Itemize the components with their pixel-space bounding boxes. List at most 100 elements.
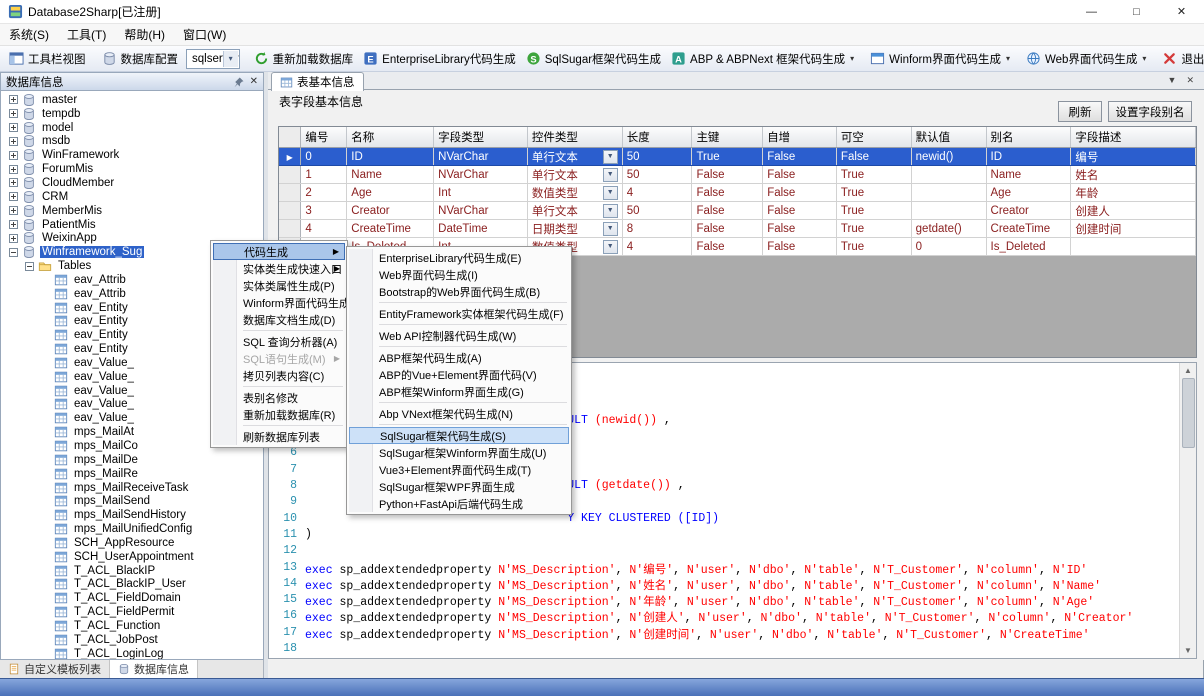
grid-cell[interactable]: 50: [622, 166, 692, 184]
tree-node[interactable]: T_ACL_LoginLog: [1, 647, 263, 660]
cell-dropdown-icon[interactable]: ▼: [603, 240, 618, 254]
grid-cell[interactable]: 创建时间: [1071, 220, 1196, 238]
grid-cell[interactable]: getdate(): [911, 220, 986, 238]
grid-cell[interactable]: CreateTime: [347, 220, 434, 238]
grid-cell[interactable]: 2: [301, 184, 347, 202]
toolbar-abp-codegen-button[interactable]: ABP & ABPNext 框架代码生成▾: [666, 49, 859, 69]
tree-node[interactable]: SCH_AppResource: [1, 536, 263, 550]
grid-cell[interactable]: True: [836, 184, 911, 202]
grid-cell[interactable]: Creator: [986, 202, 1071, 220]
tree-node[interactable]: mps_MailSendHistory: [1, 508, 263, 522]
database-type-combobox[interactable]: sqlserver▾: [186, 49, 240, 69]
grid-cell[interactable]: 4: [301, 220, 347, 238]
tree-node[interactable]: T_ACL_BlackIP_User: [1, 578, 263, 592]
grid-cell[interactable]: 姓名: [1071, 166, 1196, 184]
context-menu-item[interactable]: 实体类属性生成(P): [213, 277, 345, 294]
tree-node[interactable]: T_ACL_FieldDomain: [1, 591, 263, 605]
grid-cell[interactable]: ID: [347, 148, 434, 166]
grid-cell[interactable]: 4: [622, 238, 692, 256]
tree-node[interactable]: T_ACL_Function: [1, 619, 263, 633]
expander-plus-icon[interactable]: [9, 192, 18, 201]
grid-cell[interactable]: False: [763, 220, 837, 238]
submenu-item[interactable]: EnterpriseLibrary代码生成(E): [349, 249, 569, 266]
submenu-item[interactable]: Web API控制器代码生成(W): [349, 327, 569, 344]
column-header[interactable]: 长度: [622, 127, 692, 148]
grid-cell[interactable]: NVarChar: [434, 202, 528, 220]
context-menu-item[interactable]: 拷贝列表内容(C): [213, 367, 345, 384]
grid-cell[interactable]: True: [692, 148, 763, 166]
context-menu-item[interactable]: SQL 查询分析器(A): [213, 333, 345, 350]
grid-row[interactable]: 1NameNVarChar单行文本▼50FalseFalseTrueName姓名: [279, 166, 1196, 184]
grid-cell[interactable]: False: [763, 166, 837, 184]
grid-cell[interactable]: [911, 166, 986, 184]
expander-plus-icon[interactable]: [9, 151, 18, 160]
grid-cell[interactable]: NVarChar: [434, 148, 528, 166]
submenu-item[interactable]: SqlSugar框架代码生成(S): [349, 427, 569, 444]
tree-node[interactable]: SCH_UserAppointment: [1, 550, 263, 564]
bottom-tab-1[interactable]: 数据库信息: [110, 660, 198, 678]
toolbar-reload-database-button[interactable]: 重新加载数据库: [249, 49, 359, 69]
toolbar-winform-codegen-button[interactable]: Winform界面代码生成▾: [865, 49, 1015, 69]
tree-node[interactable]: ForumMis: [1, 162, 263, 176]
column-header[interactable]: 别名: [986, 127, 1071, 148]
grid-cell[interactable]: 数值类型▼: [527, 184, 622, 202]
cell-dropdown-icon[interactable]: ▼: [603, 186, 618, 200]
submenu-item[interactable]: Vue3+Element界面代码生成(T): [349, 461, 569, 478]
tree-node[interactable]: master: [1, 93, 263, 107]
grid-cell[interactable]: True: [836, 202, 911, 220]
submenu-item[interactable]: Abp VNext框架代码生成(N): [349, 405, 569, 422]
tree-node[interactable]: mps_MailUnifiedConfig: [1, 522, 263, 536]
column-header[interactable]: 自增: [763, 127, 837, 148]
grid-cell[interactable]: Creator: [347, 202, 434, 220]
pin-icon[interactable]: [233, 76, 245, 88]
tab-table-basic-info[interactable]: 表基本信息: [271, 72, 364, 91]
submenu-item[interactable]: Web界面代码生成(I): [349, 266, 569, 283]
tree-node[interactable]: PatientMis: [1, 218, 263, 232]
tree-node[interactable]: MemberMis: [1, 204, 263, 218]
submenu-item[interactable]: ABP框架Winform界面生成(G): [349, 383, 569, 400]
column-header[interactable]: 编号: [301, 127, 347, 148]
toolbar-exit-button[interactable]: 退出: [1157, 49, 1204, 69]
expander-plus-icon[interactable]: [9, 123, 18, 132]
panel-close-icon[interactable]: ✕: [250, 76, 258, 87]
menubar-item[interactable]: 系统(S): [0, 24, 58, 45]
tree-node[interactable]: mps_MailRe: [1, 467, 263, 481]
tree-node[interactable]: tempdb: [1, 107, 263, 121]
grid-cell[interactable]: Name: [986, 166, 1071, 184]
tree-node[interactable]: T_ACL_FieldPermit: [1, 605, 263, 619]
expander-plus-icon[interactable]: [9, 109, 18, 118]
close-button[interactable]: ✕: [1159, 0, 1204, 23]
toolbar-web-codegen-button[interactable]: Web界面代码生成▾: [1021, 49, 1151, 69]
maximize-button[interactable]: □: [1114, 0, 1159, 23]
grid-cell[interactable]: False: [763, 238, 837, 256]
cell-dropdown-icon[interactable]: ▼: [603, 204, 618, 218]
tree-node[interactable]: T_ACL_BlackIP: [1, 564, 263, 578]
column-header[interactable]: 字段描述: [1071, 127, 1196, 148]
expander-plus-icon[interactable]: [9, 206, 18, 215]
submenu-item[interactable]: ABP框架代码生成(A): [349, 349, 569, 366]
submenu-item[interactable]: SqlSugar框架WPF界面生成: [349, 478, 569, 495]
scroll-down-icon[interactable]: ▼: [1184, 643, 1192, 658]
context-menu-item[interactable]: 实体类生成快速入口▶: [213, 260, 345, 277]
tab-list-dropdown-icon[interactable]: ▼: [1168, 75, 1177, 86]
tree-node[interactable]: WinFramework: [1, 148, 263, 162]
grid-cell[interactable]: False: [692, 238, 763, 256]
sql-scrollbar[interactable]: ▲ ▼: [1179, 363, 1196, 658]
grid-cell[interactable]: False: [836, 148, 911, 166]
cell-dropdown-icon[interactable]: ▼: [603, 168, 618, 182]
grid-cell[interactable]: [1071, 238, 1196, 256]
tree-node[interactable]: mps_MailSend: [1, 494, 263, 508]
column-header[interactable]: 字段类型: [434, 127, 528, 148]
grid-cell[interactable]: False: [692, 220, 763, 238]
grid-cell[interactable]: NVarChar: [434, 166, 528, 184]
minimize-button[interactable]: —: [1069, 0, 1114, 23]
context-menu-item[interactable]: SQL语句生成(M)▶: [213, 350, 345, 367]
grid-cell[interactable]: False: [692, 202, 763, 220]
grid-cell[interactable]: True: [836, 238, 911, 256]
expander-plus-icon[interactable]: [9, 178, 18, 187]
submenu-item[interactable]: Python+FastApi后端代码生成: [349, 495, 569, 512]
grid-cell[interactable]: False: [763, 184, 837, 202]
context-menu-item[interactable]: 刷新数据库列表: [213, 428, 345, 445]
grid-cell[interactable]: 4: [622, 184, 692, 202]
expander-minus-icon[interactable]: [25, 262, 34, 271]
